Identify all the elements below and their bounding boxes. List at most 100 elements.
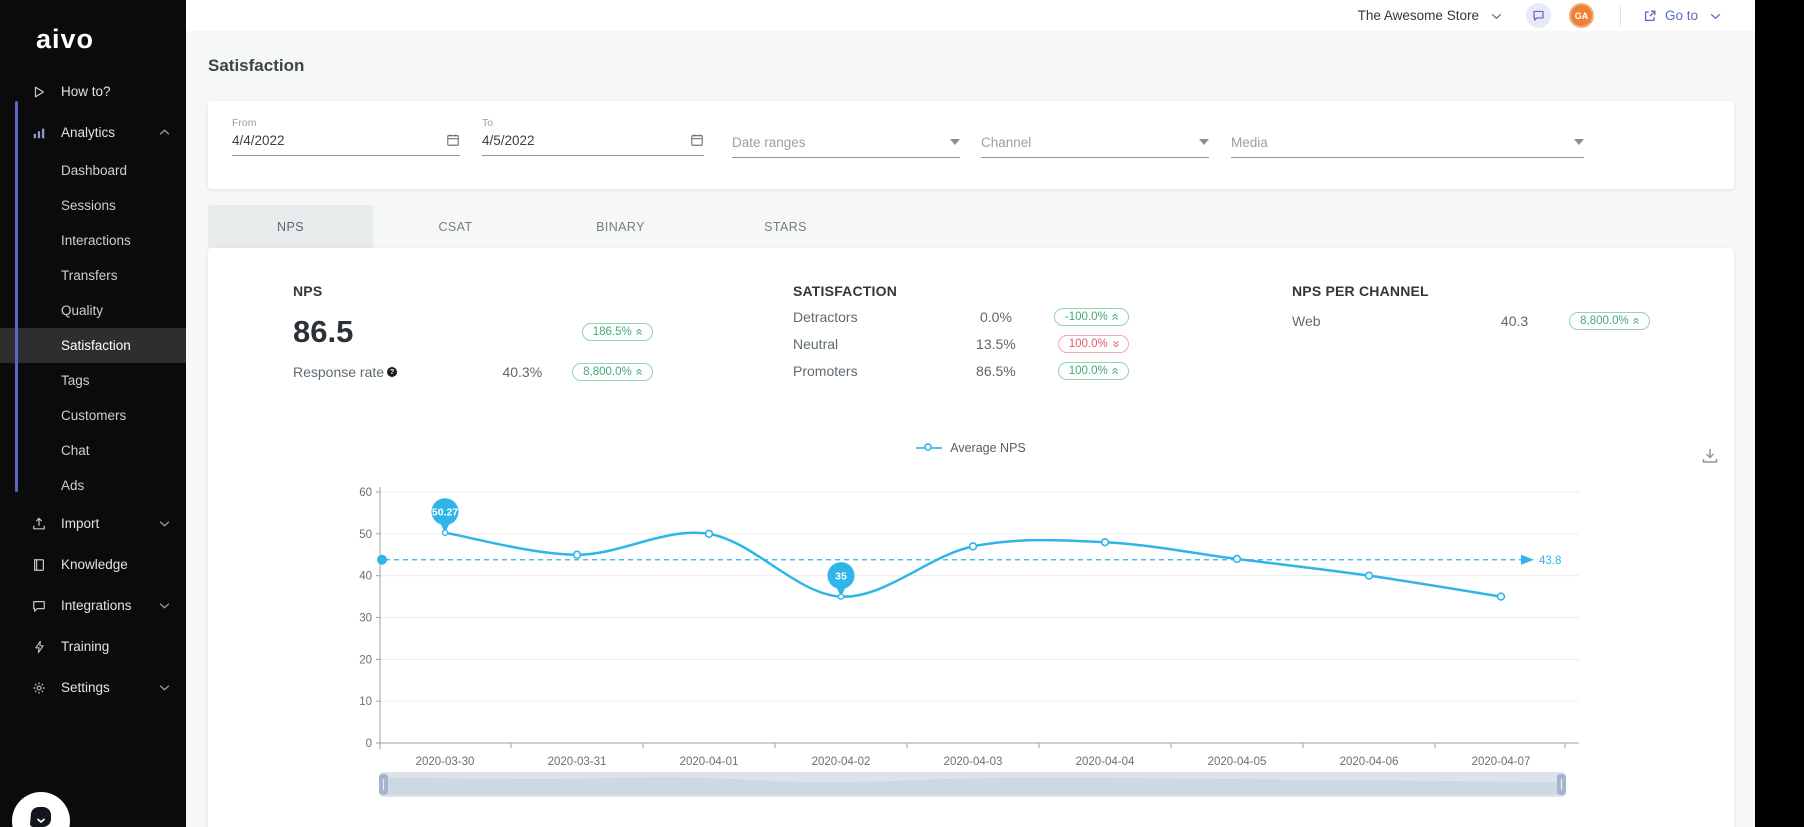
- neutral-trend-badge: 100.0% «: [1057, 335, 1129, 353]
- info-icon[interactable]: ?: [387, 367, 398, 377]
- sidebar-item-transfers[interactable]: Transfers: [0, 258, 186, 293]
- neutral-label: Neutral: [793, 336, 839, 352]
- svg-text:43.8: 43.8: [1539, 555, 1561, 567]
- legend-label: Average NPS: [950, 441, 1026, 455]
- svg-text:0: 0: [366, 738, 372, 750]
- tab-stars[interactable]: STARS: [703, 205, 868, 248]
- download-icon: [1702, 449, 1718, 463]
- web-channel-value: 40.3: [1500, 313, 1529, 329]
- dropdown-arrow-icon: [950, 139, 960, 145]
- goto-menu[interactable]: Go to: [1643, 8, 1721, 23]
- chevron-down-icon: [159, 602, 170, 609]
- chevron-up-icon: [159, 129, 170, 136]
- dropdown-arrow-icon: [1574, 139, 1584, 145]
- web-channel-label: Web: [1292, 313, 1321, 329]
- line-chart-canvas[interactable]: 0 10 20 30 40 50 60 2020-03-30 2020-03-31 2020-04…: [330, 480, 1610, 812]
- sidebar-item-label: How to?: [61, 84, 111, 99]
- download-chart-button[interactable]: [1700, 446, 1722, 468]
- sidebar-item-label: Knowledge: [61, 557, 128, 572]
- tab-nps[interactable]: NPS: [208, 205, 373, 248]
- sidebar-item-how-to[interactable]: How to?: [0, 71, 186, 112]
- svg-text:2020-04-03: 2020-04-03: [944, 756, 1003, 768]
- to-date-value[interactable]: 4/5/2022: [482, 133, 690, 148]
- chevron-down-icon: [159, 684, 170, 691]
- sidebar-item-dashboard[interactable]: Dashboard: [0, 153, 186, 188]
- nps-panel-title: NPS: [293, 283, 323, 299]
- web-channel-trend-badge: 8,800.0% «: [1569, 312, 1650, 330]
- date-ranges-placeholder: Date ranges: [732, 134, 806, 150]
- media-select[interactable]: Media: [1231, 117, 1584, 158]
- chart-legend[interactable]: Average NPS: [208, 441, 1734, 455]
- sidebar-item-knowledge[interactable]: Knowledge: [0, 544, 186, 585]
- promoters-trend-badge: 100.0% «: [1057, 362, 1129, 380]
- chevron-down-icon: [159, 520, 170, 527]
- main-area: The Awesome Store GA Go to Satisfaction …: [186, 0, 1755, 827]
- from-date-value[interactable]: 4/4/2022: [232, 133, 446, 148]
- svg-text:20: 20: [359, 654, 372, 666]
- sidebar-item-interactions[interactable]: Interactions: [0, 223, 186, 258]
- svg-text:2020-04-01: 2020-04-01: [680, 756, 739, 768]
- to-date-field[interactable]: To 4/5/2022: [482, 117, 704, 156]
- nps-line-chart[interactable]: 0 10 20 30 40 50 60 2020-03-30 2020-03-31 2020-04…: [330, 480, 1610, 817]
- sidebar-item-customers[interactable]: Customers: [0, 398, 186, 433]
- sidebar-item-ads[interactable]: Ads: [0, 468, 186, 503]
- user-avatar[interactable]: GA: [1568, 3, 1594, 28]
- sidebar-item-training[interactable]: Training: [0, 626, 186, 667]
- tab-csat[interactable]: CSAT: [373, 205, 538, 248]
- sidebar-item-quality[interactable]: Quality: [0, 293, 186, 328]
- metric-tabs: NPS CSAT BINARY STARS: [208, 205, 1734, 248]
- app-logo: aivo: [36, 24, 95, 54]
- svg-text:40: 40: [359, 571, 372, 583]
- sidebar-item-import[interactable]: Import: [0, 503, 186, 544]
- calendar-icon[interactable]: [690, 133, 704, 147]
- sidebar-item-settings[interactable]: Settings: [0, 667, 186, 708]
- from-date-field[interactable]: From 4/4/2022: [232, 117, 460, 156]
- double-chevron-up-icon: «: [632, 368, 648, 376]
- store-selector[interactable]: The Awesome Store: [1358, 8, 1502, 23]
- tab-binary[interactable]: BINARY: [538, 205, 703, 248]
- top-bar: The Awesome Store GA Go to: [186, 0, 1755, 31]
- sidebar-item-label: Settings: [61, 680, 110, 695]
- nps-score: 86.5: [293, 314, 354, 349]
- promoters-value: 86.5%: [976, 363, 1016, 379]
- detractors-trend-badge: -100.0% «: [1053, 308, 1129, 326]
- svg-text:50.27: 50.27: [432, 507, 458, 519]
- chevron-down-icon: [1491, 8, 1502, 23]
- filters-card: From 4/4/2022 To 4/5/2022 Date ranges Ch…: [208, 101, 1734, 189]
- upload-icon: [31, 516, 47, 532]
- calendar-icon[interactable]: [446, 133, 460, 147]
- sidebar-item-analytics[interactable]: Analytics: [0, 112, 186, 153]
- sidebar-item-tags[interactable]: Tags: [0, 363, 186, 398]
- table-row: Promoters 86.5% 100.0% «: [793, 362, 1129, 380]
- detractors-label: Detractors: [793, 309, 858, 325]
- page-title: Satisfaction: [208, 56, 305, 75]
- svg-text:35: 35: [835, 571, 847, 583]
- sidebar-item-sessions[interactable]: Sessions: [0, 188, 186, 223]
- nps-trend-badge: 186.5% «: [581, 323, 653, 341]
- sidebar-item-integrations[interactable]: Integrations: [0, 585, 186, 626]
- sidebar-item-satisfaction[interactable]: Satisfaction: [0, 328, 186, 363]
- table-row: Detractors 0.0% -100.0% «: [793, 308, 1129, 326]
- svg-text:30: 30: [359, 613, 372, 625]
- chat-widget-launcher[interactable]: [12, 792, 70, 827]
- double-chevron-up-icon: «: [1629, 317, 1645, 325]
- app-window: aivo How to? Analytics Dashboard Session…: [0, 0, 1804, 827]
- bar-chart-icon: [31, 125, 47, 141]
- channel-select[interactable]: Channel: [981, 117, 1209, 158]
- nps-per-channel-panel: NPS PER CHANNEL Web 40.3 8,800.0% «: [1292, 283, 1650, 330]
- sidebar: aivo How to? Analytics Dashboard Session…: [0, 0, 186, 827]
- date-ranges-select[interactable]: Date ranges: [732, 117, 960, 158]
- book-icon: [31, 557, 47, 573]
- dropdown-arrow-icon: [1199, 139, 1209, 145]
- from-label: From: [232, 117, 257, 129]
- channel-placeholder: Channel: [981, 134, 1032, 150]
- external-link-icon: [1644, 10, 1656, 21]
- page-content: Satisfaction From 4/4/2022 To 4/5/2022 D…: [186, 31, 1755, 827]
- svg-text:2020-03-31: 2020-03-31: [548, 756, 607, 768]
- sidebar-item-chat[interactable]: Chat: [0, 433, 186, 468]
- feedback-chat-button[interactable]: [1525, 3, 1551, 28]
- media-placeholder: Media: [1231, 134, 1268, 150]
- play-icon: [31, 84, 47, 100]
- satisfaction-panel-title: SATISFACTION: [793, 283, 898, 299]
- active-section-accent-line: [15, 101, 18, 492]
